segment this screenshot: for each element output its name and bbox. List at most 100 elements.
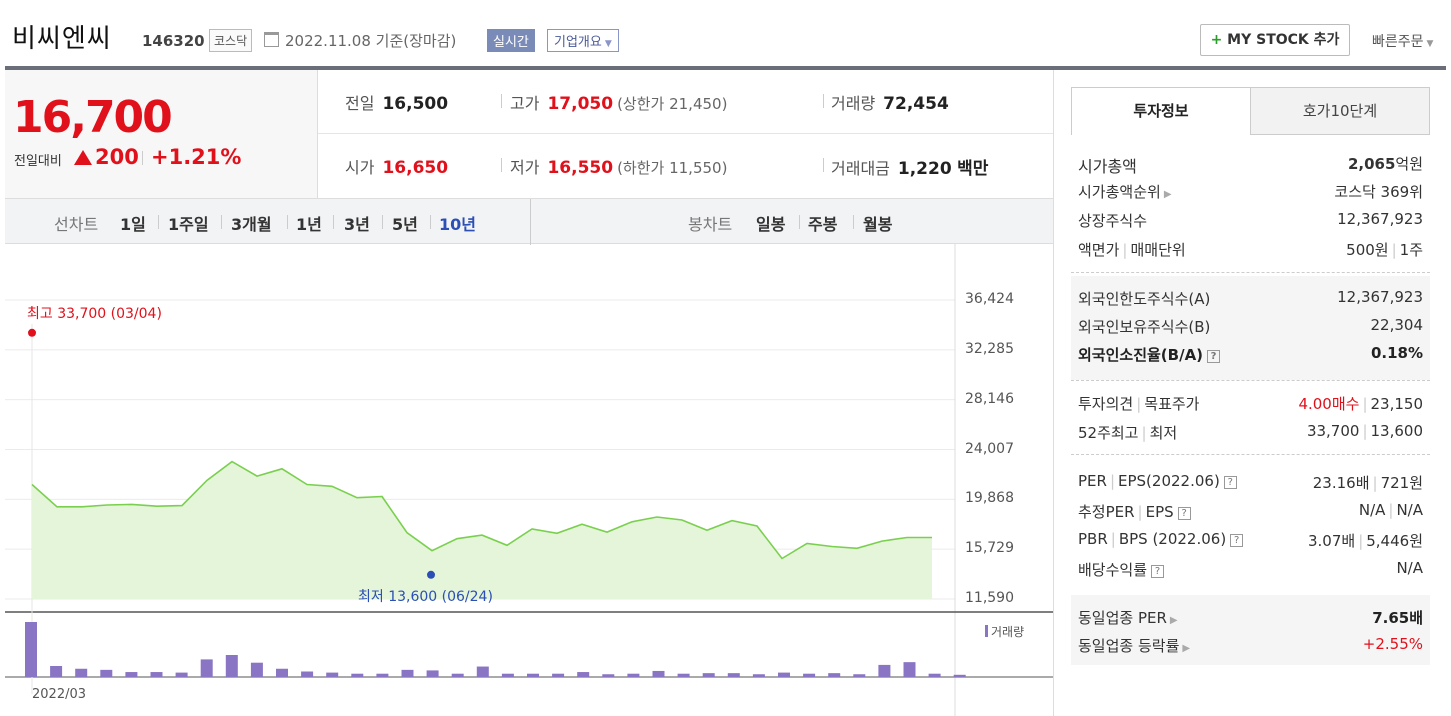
volume-bar: [100, 669, 113, 677]
sector-per-row[interactable]: 동일업종 PER ▶ 7.65배: [1078, 607, 1423, 629]
help-icon[interactable]: ?: [1207, 350, 1221, 363]
foreign-hold-value: 22,304: [1370, 316, 1424, 334]
market-cap-section: 시가총액 2,065억원 시가총액순위 ▶ 코스닥 369위 상장주식수 12,367,…: [1071, 150, 1430, 268]
current-price: 16,700: [13, 92, 173, 143]
stock-header: 비씨엔씨 146320 코스닥 2022.11.08 기준(장마감) 실시간 기…: [0, 0, 1451, 66]
divider: [333, 215, 334, 229]
foreign-hold-label: 외국인보유주식수(B): [1078, 318, 1211, 336]
realtime-button[interactable]: 실시간: [487, 29, 535, 52]
price-chart: 36,424 32,285 28,146 24,007 19,868 15,729 11,5…: [5, 244, 1053, 716]
upper-limit: (상한가 21,450): [617, 95, 728, 113]
volume: 거래량 72,454: [831, 90, 949, 114]
help-icon[interactable]: ?: [1151, 565, 1165, 578]
volume-bar: [75, 668, 88, 677]
par-unit-label: 액면가 | 매매단위: [1078, 239, 1186, 260]
foreign-ratio-value: 0.18%: [1370, 344, 1423, 362]
week52-high-label: 52주최고: [1078, 424, 1139, 442]
per-value: 23.16배 | 721원: [1313, 472, 1423, 493]
foreign-limit-label: 외국인한도주식수(A): [1078, 290, 1211, 308]
pbr-value-text: 3.07배: [1307, 532, 1356, 550]
sector-change-row[interactable]: 동일업종 등락률 ▶ +2.55%: [1078, 635, 1423, 657]
opinion-section: 투자의견 | 목표주가 4.00매수 | 23,150 52주최고 | 최저 33,700 | 13…: [1071, 384, 1430, 454]
price-area: [32, 461, 932, 599]
sector-section: 동일업종 PER ▶ 7.65배 동일업종 등락률 ▶ +2.55%: [1071, 595, 1430, 665]
volume-bar: [552, 673, 565, 677]
tab-10years[interactable]: 10년: [439, 211, 476, 235]
tab-5years[interactable]: 5년: [392, 211, 418, 235]
cap-rank-row[interactable]: 시가총액순위 ▶ 코스닥 369위: [1078, 181, 1423, 203]
volume-bar: [702, 673, 715, 677]
help-icon[interactable]: ?: [1230, 534, 1244, 547]
opinion-label: 투자의견 | 목표주가: [1078, 393, 1199, 414]
price-change-pct: +1.21%: [151, 145, 242, 169]
opinion-value: 4.00매수 | 23,150: [1298, 393, 1423, 414]
low-marker-label: 최저 13,600 (06/24): [358, 589, 493, 605]
bps-value: 5,446원: [1366, 532, 1423, 550]
divider: [430, 215, 431, 229]
divider: [1071, 380, 1430, 381]
chevron-right-icon: ▶: [1169, 615, 1178, 626]
volume-bar: [677, 673, 690, 677]
open-value: 16,650: [382, 158, 449, 178]
par-unit-value: 500원 | 1주: [1346, 239, 1423, 260]
stock-name: 비씨엔씨: [12, 24, 112, 54]
vs-prev-label: 전일대비: [14, 154, 62, 169]
trade-amount: 거래대금 1,220 백만: [831, 154, 988, 179]
est-per-value-text: N/A: [1358, 501, 1386, 519]
foreign-ratio-label: 외국인소진율(B/A): [1078, 346, 1204, 364]
high-label: 고가: [510, 94, 540, 113]
pbr-label: PBR | BPS (2022.06)?: [1078, 530, 1244, 548]
tab-invest-info[interactable]: 투자정보: [1071, 87, 1251, 135]
y-tick-label: 11,590: [965, 590, 1014, 606]
volume-bar: [752, 674, 765, 677]
tab-1day[interactable]: 1일: [120, 211, 146, 235]
pbr-value: 3.07배 | 5,446원: [1308, 530, 1423, 551]
volume-legend-label: 거래량: [991, 625, 1025, 639]
stock-code: 146320: [142, 32, 205, 50]
volume-label: 거래량: [831, 94, 876, 113]
line-chart-label: 선차트: [54, 215, 99, 234]
add-mystock-button[interactable]: + MY STOCK 추가: [1200, 24, 1350, 56]
tab-daily-candle[interactable]: 일봉: [756, 211, 785, 235]
chevron-down-icon: ▼: [1426, 39, 1434, 49]
price-panel: 16,700 전일대비 200 +1.21%: [5, 70, 318, 198]
est-per-value: N/A | N/A: [1359, 501, 1423, 519]
cap-rank-label: 시가총액순위: [1078, 183, 1161, 201]
dividend-row: 배당수익률? N/A: [1078, 559, 1423, 581]
volume-bar: [627, 673, 640, 677]
up-triangle-icon: [74, 150, 92, 165]
market-cap-value: 2,065억원: [1348, 153, 1423, 174]
volume-bar: [501, 673, 514, 677]
company-overview-dropdown[interactable]: 기업개요 ▼: [547, 29, 619, 52]
tab-3months[interactable]: 3개월: [231, 211, 272, 235]
y-tick-label: 36,424: [965, 291, 1014, 307]
tab-weekly-candle[interactable]: 주봉: [808, 211, 837, 235]
volume-bar: [225, 655, 238, 677]
tab-monthly-candle[interactable]: 월봉: [863, 211, 892, 235]
divider: [853, 215, 854, 229]
volume-bar: [476, 666, 489, 677]
tab-3years[interactable]: 3년: [344, 211, 370, 235]
help-icon[interactable]: ?: [1223, 476, 1237, 489]
tab-hoga-10[interactable]: 호가10단계: [1250, 87, 1430, 135]
amount-label: 거래대금: [831, 159, 890, 178]
calendar-icon: [264, 32, 279, 47]
volume-bar: [301, 671, 314, 677]
right-tabs: 투자정보 호가10단계: [1071, 87, 1430, 135]
divider: [158, 215, 159, 229]
volume-bar: [853, 674, 866, 677]
divider: [530, 199, 531, 245]
foreign-hold-row: 외국인보유주식수(B) 22,304: [1078, 316, 1423, 338]
per-label-text: PER: [1078, 472, 1107, 490]
tab-1year[interactable]: 1년: [296, 211, 322, 235]
base-date: 2022.11.08 기준(장마감): [285, 32, 457, 50]
foreign-ratio-label-wrap: 외국인소진율(B/A)?: [1078, 344, 1221, 365]
tab-1week[interactable]: 1주일: [168, 211, 209, 235]
help-icon[interactable]: ?: [1177, 507, 1191, 520]
quick-order-label: 빠른주문: [1372, 34, 1424, 50]
prev-close-label: 전일: [345, 94, 375, 113]
week52-value: 33,700 | 13,600: [1307, 422, 1423, 440]
volume-bar: [878, 664, 891, 677]
quick-order-dropdown[interactable]: 빠른주문 ▼: [1372, 31, 1433, 51]
volume-bar: [175, 672, 188, 677]
